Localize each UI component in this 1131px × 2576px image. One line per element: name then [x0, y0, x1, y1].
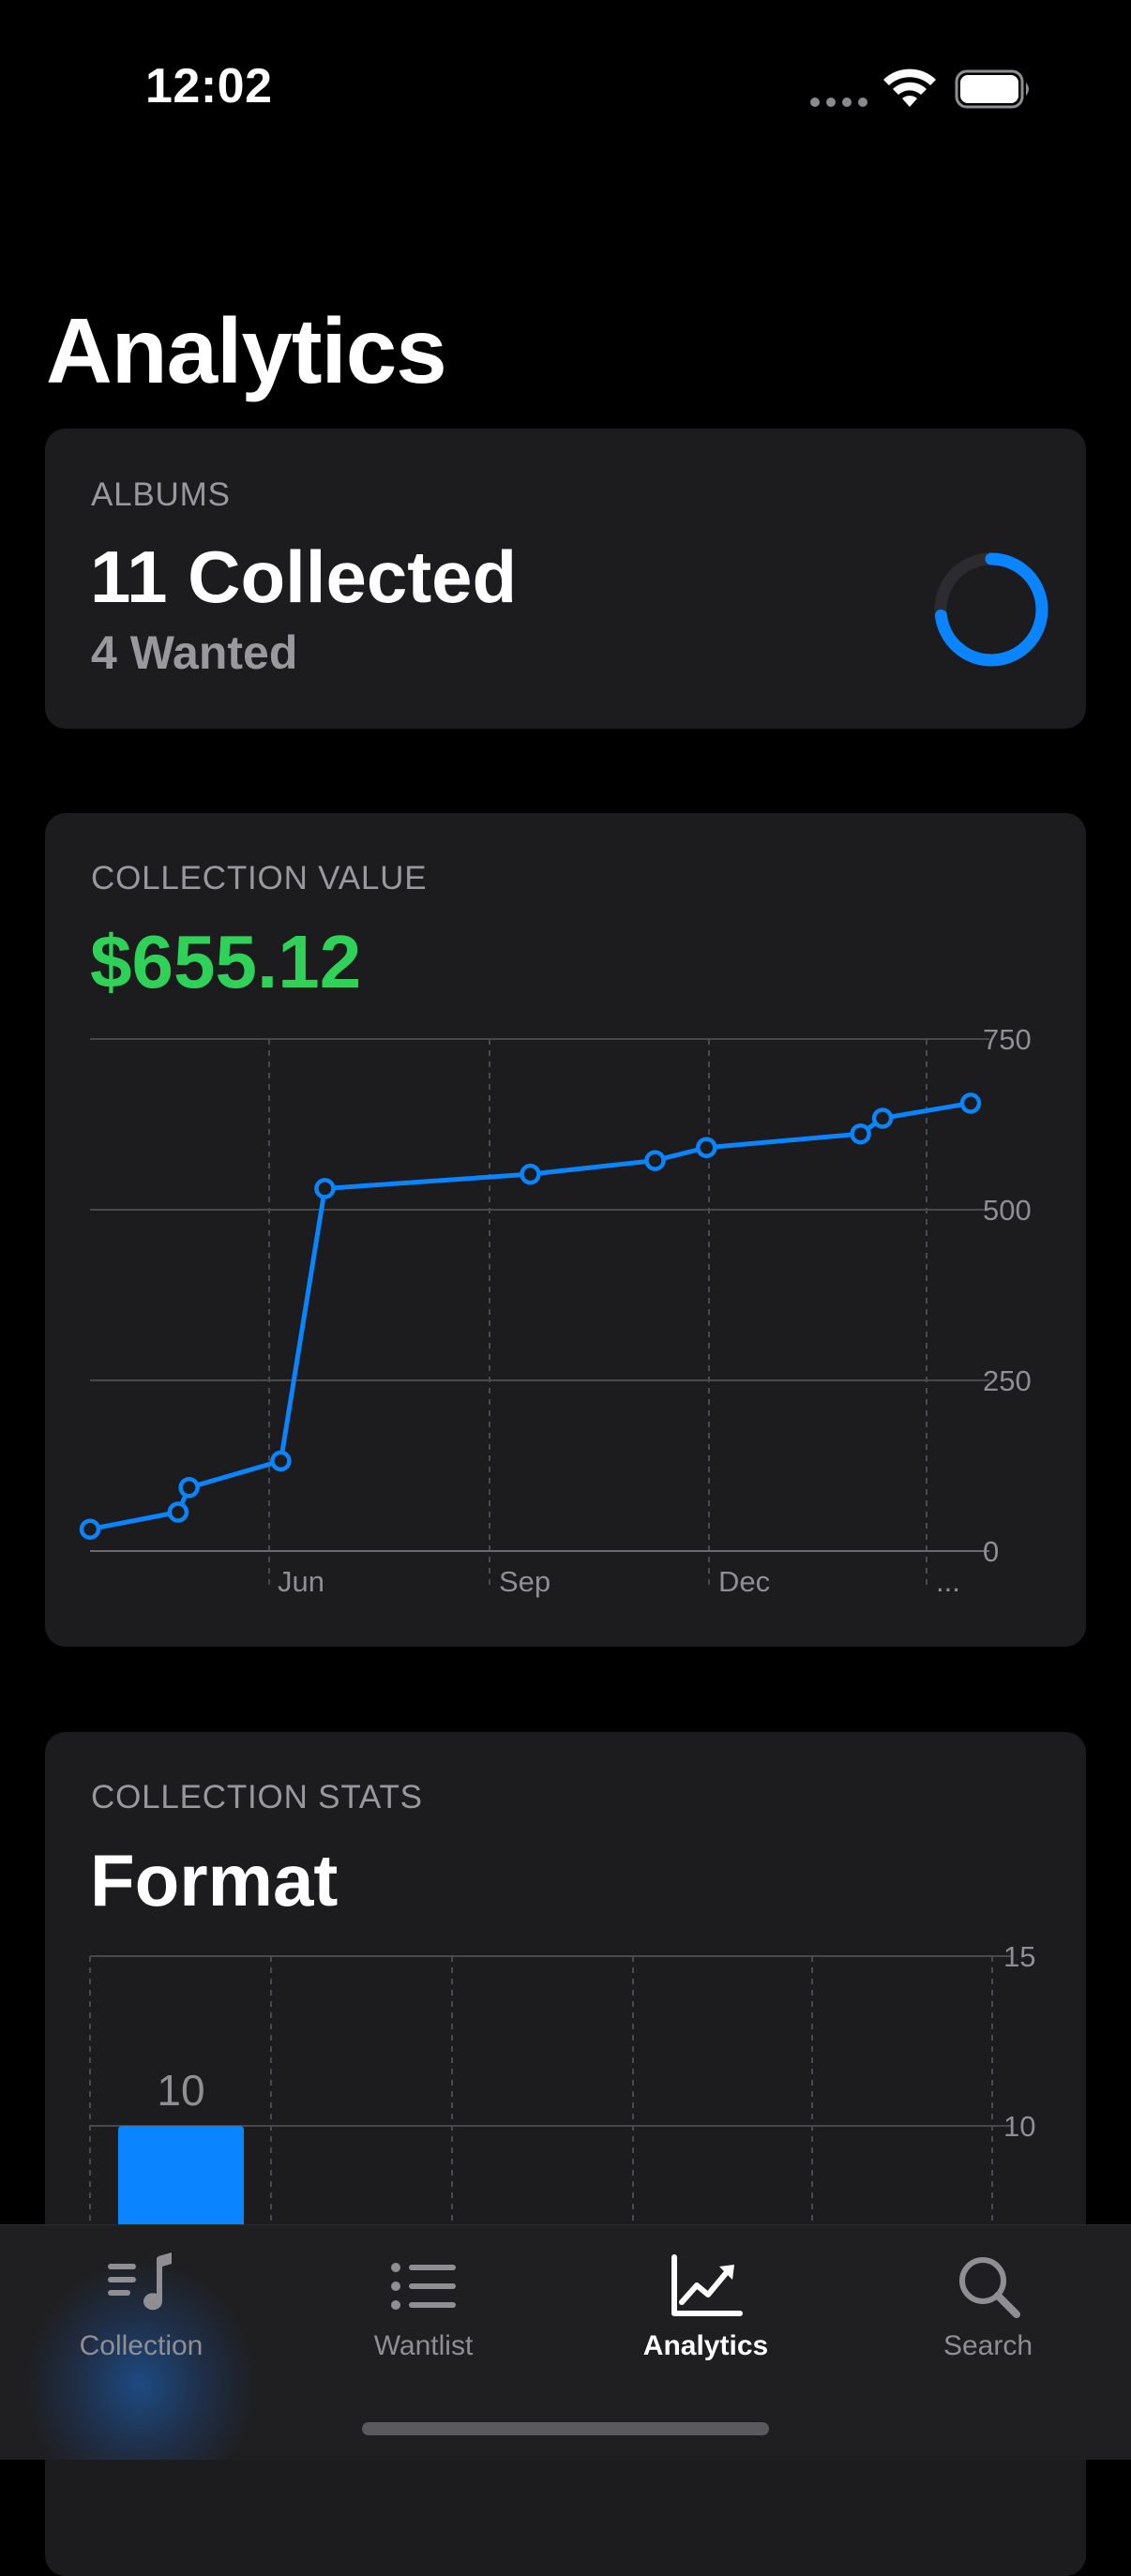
value-chart-point — [270, 1450, 292, 1472]
format-chart-y-tick: 10 — [1003, 2110, 1035, 2143]
tab-search-label: Search — [942, 2330, 1033, 2361]
collection-value-amount: $655.12 — [90, 920, 362, 1003]
search-icon — [847, 2244, 1129, 2328]
tab-analytics[interactable]: Analytics — [565, 2225, 847, 2413]
albums-progress-ring — [934, 552, 1048, 667]
value-chart-point — [314, 1178, 336, 1199]
tab-collection[interactable]: Collection — [0, 2225, 282, 2413]
home-indicator — [362, 2422, 769, 2435]
value-chart-x-tick: Jun — [278, 1565, 324, 1598]
albums-collected-count: 11 Collected — [90, 535, 518, 618]
value-chart-x-tick: Dec — [718, 1565, 770, 1598]
page-title: Analytics — [46, 299, 447, 402]
collection-value-chart: 750 500 250 0 Jun Sep Dec... — [79, 1023, 1032, 1598]
signal-dots-icon — [810, 98, 867, 107]
wifi-icon — [882, 66, 938, 115]
value-chart-y-tick: 750 — [983, 1023, 1032, 1056]
value-chart-y-tick: 500 — [983, 1194, 1032, 1227]
value-chart-point — [167, 1501, 189, 1523]
status-time: 12:02 — [145, 59, 273, 113]
tab-wantlist[interactable]: Wantlist — [282, 2225, 565, 2413]
value-chart-point — [871, 1107, 894, 1129]
collection-value-label: COLLECTION VALUE — [91, 860, 428, 896]
battery-icon — [955, 69, 1033, 113]
value-chart-point — [79, 1518, 101, 1540]
music-list-icon — [0, 2244, 282, 2328]
value-chart-point — [520, 1163, 541, 1185]
value-chart-point — [959, 1092, 982, 1114]
value-chart-point — [696, 1137, 717, 1159]
value-chart-point — [644, 1150, 666, 1171]
format-chart-data-label: 10 — [157, 2066, 204, 2115]
format-heading: Format — [90, 1839, 339, 1921]
albums-section-label: ALBUMS — [91, 476, 231, 513]
list-icon — [282, 2244, 565, 2328]
value-chart-x-tick: ... — [936, 1565, 960, 1598]
value-chart-point — [178, 1477, 200, 1499]
trend-chart-icon — [565, 2244, 847, 2328]
value-chart-y-tick: 0 — [983, 1535, 999, 1568]
tab-wantlist-label: Wantlist — [373, 2330, 474, 2361]
value-chart-y-tick: 250 — [983, 1364, 1032, 1397]
collection-stats-label: COLLECTION STATS — [91, 1779, 423, 1815]
value-chart-x-tick: Sep — [499, 1565, 550, 1598]
value-chart-point — [850, 1122, 871, 1145]
format-chart-y-tick: 15 — [1003, 1940, 1035, 1973]
tab-search[interactable]: Search — [847, 2225, 1129, 2413]
tab-collection-label: Collection — [79, 2330, 204, 2361]
tab-analytics-label: Analytics — [642, 2330, 769, 2361]
albums-wanted-count: 4 Wanted — [91, 626, 298, 679]
